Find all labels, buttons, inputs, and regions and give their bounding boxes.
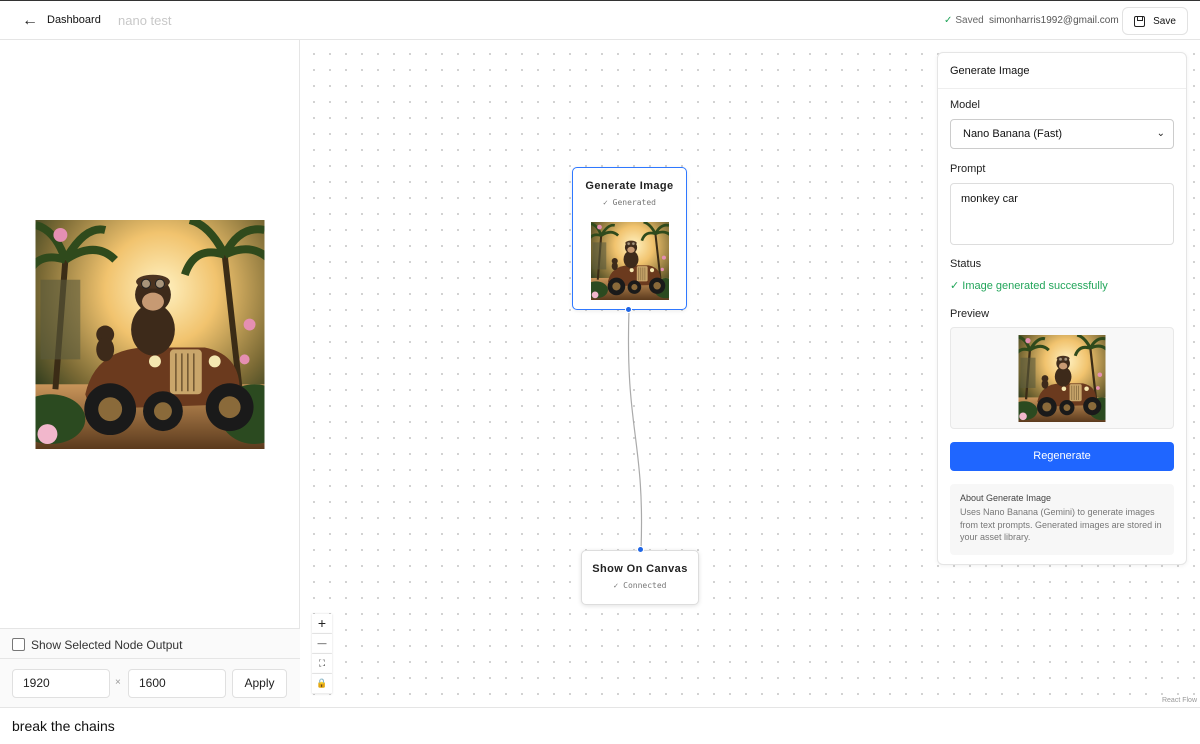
user-email: simonharris1992@gmail.com [989,15,1119,26]
show-output-checkbox[interactable] [12,638,25,651]
regenerate-button[interactable]: Regenerate [950,442,1174,471]
zoom-out-icon[interactable]: — [312,634,332,654]
about-description: Uses Nano Banana (Gemini) to generate im… [960,507,1162,542]
prompt-textarea[interactable]: monkey car [950,183,1174,245]
model-label: Model [950,99,980,111]
apply-button[interactable]: Apply [232,669,287,698]
saved-indicator: ✓ Saved [944,15,984,26]
dimensions-row: 1920 × 1600 Apply [0,658,300,707]
times-separator: × [115,677,121,688]
output-panel: Show Selected Node Output 1920 × 1600 Ap… [0,40,300,707]
node-title: Show On Canvas [592,563,688,575]
node-status: ✓ Connected [613,581,667,590]
dashboard-link[interactable]: Dashboard [47,14,101,26]
node-status: ✓ Generated [603,198,656,207]
about-box: About Generate Image Uses Nano Banana (G… [950,484,1174,555]
project-title[interactable]: nano test [118,13,172,28]
output-image [35,220,265,449]
show-on-canvas-node[interactable]: Show On Canvas ✓ Connected [581,550,699,605]
properties-panel: Generate Image Model Nano Banana (Fast) … [937,52,1187,565]
zoom-controls: + — ⛶ 🔒 [312,614,332,694]
chat-bar: break the chains [0,707,1200,744]
preview-image [1018,335,1106,422]
input-handle[interactable] [637,546,644,553]
back-arrow-icon[interactable]: ← [20,11,40,31]
top-bar: ← Dashboard nano test ✓ Saved simonharris… [0,0,1200,40]
lock-icon[interactable]: 🔒 [312,674,332,694]
width-input[interactable]: 1920 [12,669,110,698]
show-output-row: Show Selected Node Output [0,628,300,658]
model-value: Nano Banana (Fast) [963,128,1063,140]
output-handle[interactable] [625,306,632,313]
preview-box [950,327,1174,429]
model-select[interactable]: Nano Banana (Fast) ⌄ [950,119,1174,149]
save-label: Save [1153,15,1176,27]
connection-edge [627,309,643,551]
show-output-label[interactable]: Show Selected Node Output [31,638,182,652]
saved-label: Saved [955,15,984,26]
prompt-label: Prompt [950,163,986,175]
node-title: Generate Image [585,180,674,192]
generate-image-node[interactable]: Generate Image ✓ Generated [572,167,687,310]
preview-label: Preview [950,308,990,320]
chat-input[interactable]: break the chains [12,718,115,734]
zoom-in-icon[interactable]: + [312,614,332,634]
chevron-down-icon: ⌄ [1156,128,1165,139]
fit-view-icon[interactable]: ⛶ [312,654,332,674]
check-icon: ✓ [944,15,953,26]
save-button[interactable]: Save [1122,7,1188,35]
panel-title: Generate Image [938,53,1186,89]
about-title: About Generate Image [960,493,1052,503]
status-label: Status [950,258,982,270]
height-input[interactable]: 1600 [128,669,226,698]
floppy-disk-icon [1134,15,1146,27]
react-flow-attribution[interactable]: React Flow [1162,697,1197,704]
status-message: ✓ Image generated successfully [950,280,1108,292]
node-thumbnail [591,222,669,300]
